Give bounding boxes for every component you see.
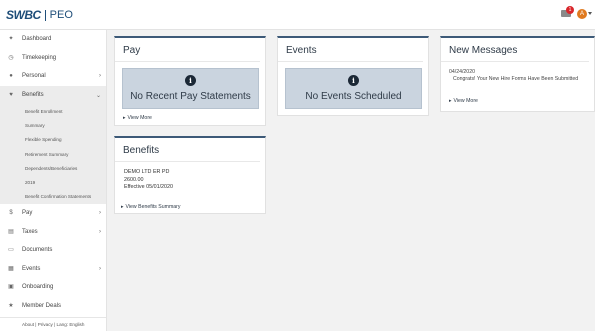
sidebar-item-label: Member Deals (22, 302, 62, 309)
sidebar-subitem-confirmation-statements[interactable]: Benefit Confirmation Statements (0, 189, 106, 205)
swbc-peo-logo[interactable]: SWBC PEO (6, 8, 73, 22)
chevron-down-icon[interactable] (588, 12, 592, 15)
pay-view-more-link[interactable]: View More (123, 115, 152, 121)
onboarding-icon: ▣ (8, 284, 14, 291)
taxes-icon: ▤ (8, 228, 14, 235)
sidebar-subitem-2019[interactable]: 2019 (0, 175, 106, 190)
sidebar-item-member-deals[interactable]: ★ Member Deals (0, 297, 106, 316)
events-empty-text: No Events Scheduled (305, 91, 402, 102)
dollar-icon: $ (9, 210, 13, 217)
sidebar-item-label: Personal (22, 73, 46, 80)
sidebar-subitem-dependents[interactable]: Dependents/Beneficiaries (0, 161, 106, 176)
person-icon: ● (9, 73, 13, 80)
mail-count-badge: 1 (566, 6, 574, 14)
heart-icon: ♥ (9, 91, 13, 98)
pay-empty-text: No Recent Pay Statements (130, 91, 251, 102)
messages-view-more-link[interactable]: View More (449, 98, 478, 104)
message-text[interactable]: Congrats! Your New Hire Forms Have Been … (449, 75, 579, 83)
star-icon: ★ (8, 302, 14, 309)
sidebar-subitem-flexible-spending[interactable]: Flexible Spending (0, 132, 106, 147)
sidebar-item-timekeeping[interactable]: ◷ Timekeeping (0, 49, 106, 68)
sidebar-item-events[interactable]: ▦ Events › (0, 260, 106, 279)
benefit-amount: 2600.00 (124, 176, 144, 183)
sidebar-subitem-retirement-summary[interactable]: Retirement Summary (0, 146, 106, 162)
sidebar-item-pay[interactable]: $ Pay › (0, 204, 106, 223)
benefits-card-title: Benefits (115, 138, 260, 162)
sidebar-nav: ✦ Dashboard ◷ Timekeeping ● Personal › ♥… (0, 30, 107, 331)
sidebar-item-label: Pay (22, 210, 33, 217)
logo-divider (44, 9, 46, 21)
events-card-title: Events (278, 38, 423, 62)
events-card: Events i No Events Scheduled (277, 36, 429, 116)
dashboard-icon: ✦ (8, 36, 14, 43)
pay-card-title: Pay (115, 38, 260, 62)
chevron-down-icon: ⌄ (95, 92, 101, 99)
chevron-right-icon: › (99, 265, 101, 272)
sidebar-item-label: Benefits (22, 91, 44, 98)
chevron-right-icon: › (99, 73, 101, 79)
chevron-right-icon: › (99, 228, 101, 235)
calendar-icon: ▦ (8, 265, 14, 272)
pay-card: Pay i No Recent Pay Statements View More (114, 36, 266, 126)
user-avatar[interactable]: A (577, 9, 587, 19)
info-icon: i (348, 75, 359, 86)
sidebar-item-label: Documents (22, 247, 53, 254)
clock-icon: ◷ (8, 54, 14, 61)
benefit-details: DEMO LTD ER PD 2600.00 Effective 05/01/2… (124, 169, 173, 192)
view-benefits-summary-link[interactable]: View Benefits Summary (121, 204, 181, 210)
sidebar-item-label: Taxes (22, 228, 38, 235)
logo-sub-text: PEO (49, 9, 73, 21)
documents-icon: ▭ (8, 247, 14, 254)
sidebar-item-dashboard[interactable]: ✦ Dashboard (0, 30, 106, 49)
top-header: SWBC PEO 1 A (0, 0, 595, 30)
sidebar-subitem-benefit-enrollment[interactable]: Benefit Enrollment (0, 104, 106, 119)
sidebar-item-benefits[interactable]: ♥ Benefits ⌄ (0, 85, 106, 104)
sidebar-item-documents[interactable]: ▭ Documents (0, 241, 106, 260)
sidebar-item-onboarding[interactable]: ▣ Onboarding (0, 278, 106, 297)
sidebar-item-label: Timekeeping (22, 54, 57, 61)
benefit-effective-date: Effective 05/01/2020 (124, 184, 174, 191)
sidebar-item-label: Onboarding (22, 284, 54, 291)
logo-main-text: SWBC (6, 8, 41, 22)
messages-card: New Messages 04/24/2020 Congrats! Your N… (440, 36, 595, 112)
sidebar-item-taxes[interactable]: ▤ Taxes › (0, 223, 106, 242)
messages-card-title: New Messages (441, 38, 589, 62)
pay-empty-state: i No Recent Pay Statements (122, 68, 259, 109)
sidebar-item-label: Events (22, 265, 41, 272)
sidebar-item-label: Dashboard (22, 36, 52, 43)
events-empty-state: i No Events Scheduled (285, 68, 422, 109)
benefit-plan-name: DEMO LTD ER PD (124, 169, 170, 175)
sidebar-footer-links[interactable]: About | Privacy | Lang: English (0, 317, 106, 331)
sidebar-item-personal[interactable]: ● Personal › (0, 67, 106, 86)
benefits-card: Benefits DEMO LTD ER PD 2600.00 Effectiv… (114, 136, 266, 214)
sidebar-subitem-summary[interactable]: Summary (0, 118, 106, 133)
chevron-right-icon: › (99, 210, 101, 217)
info-icon: i (185, 75, 196, 86)
